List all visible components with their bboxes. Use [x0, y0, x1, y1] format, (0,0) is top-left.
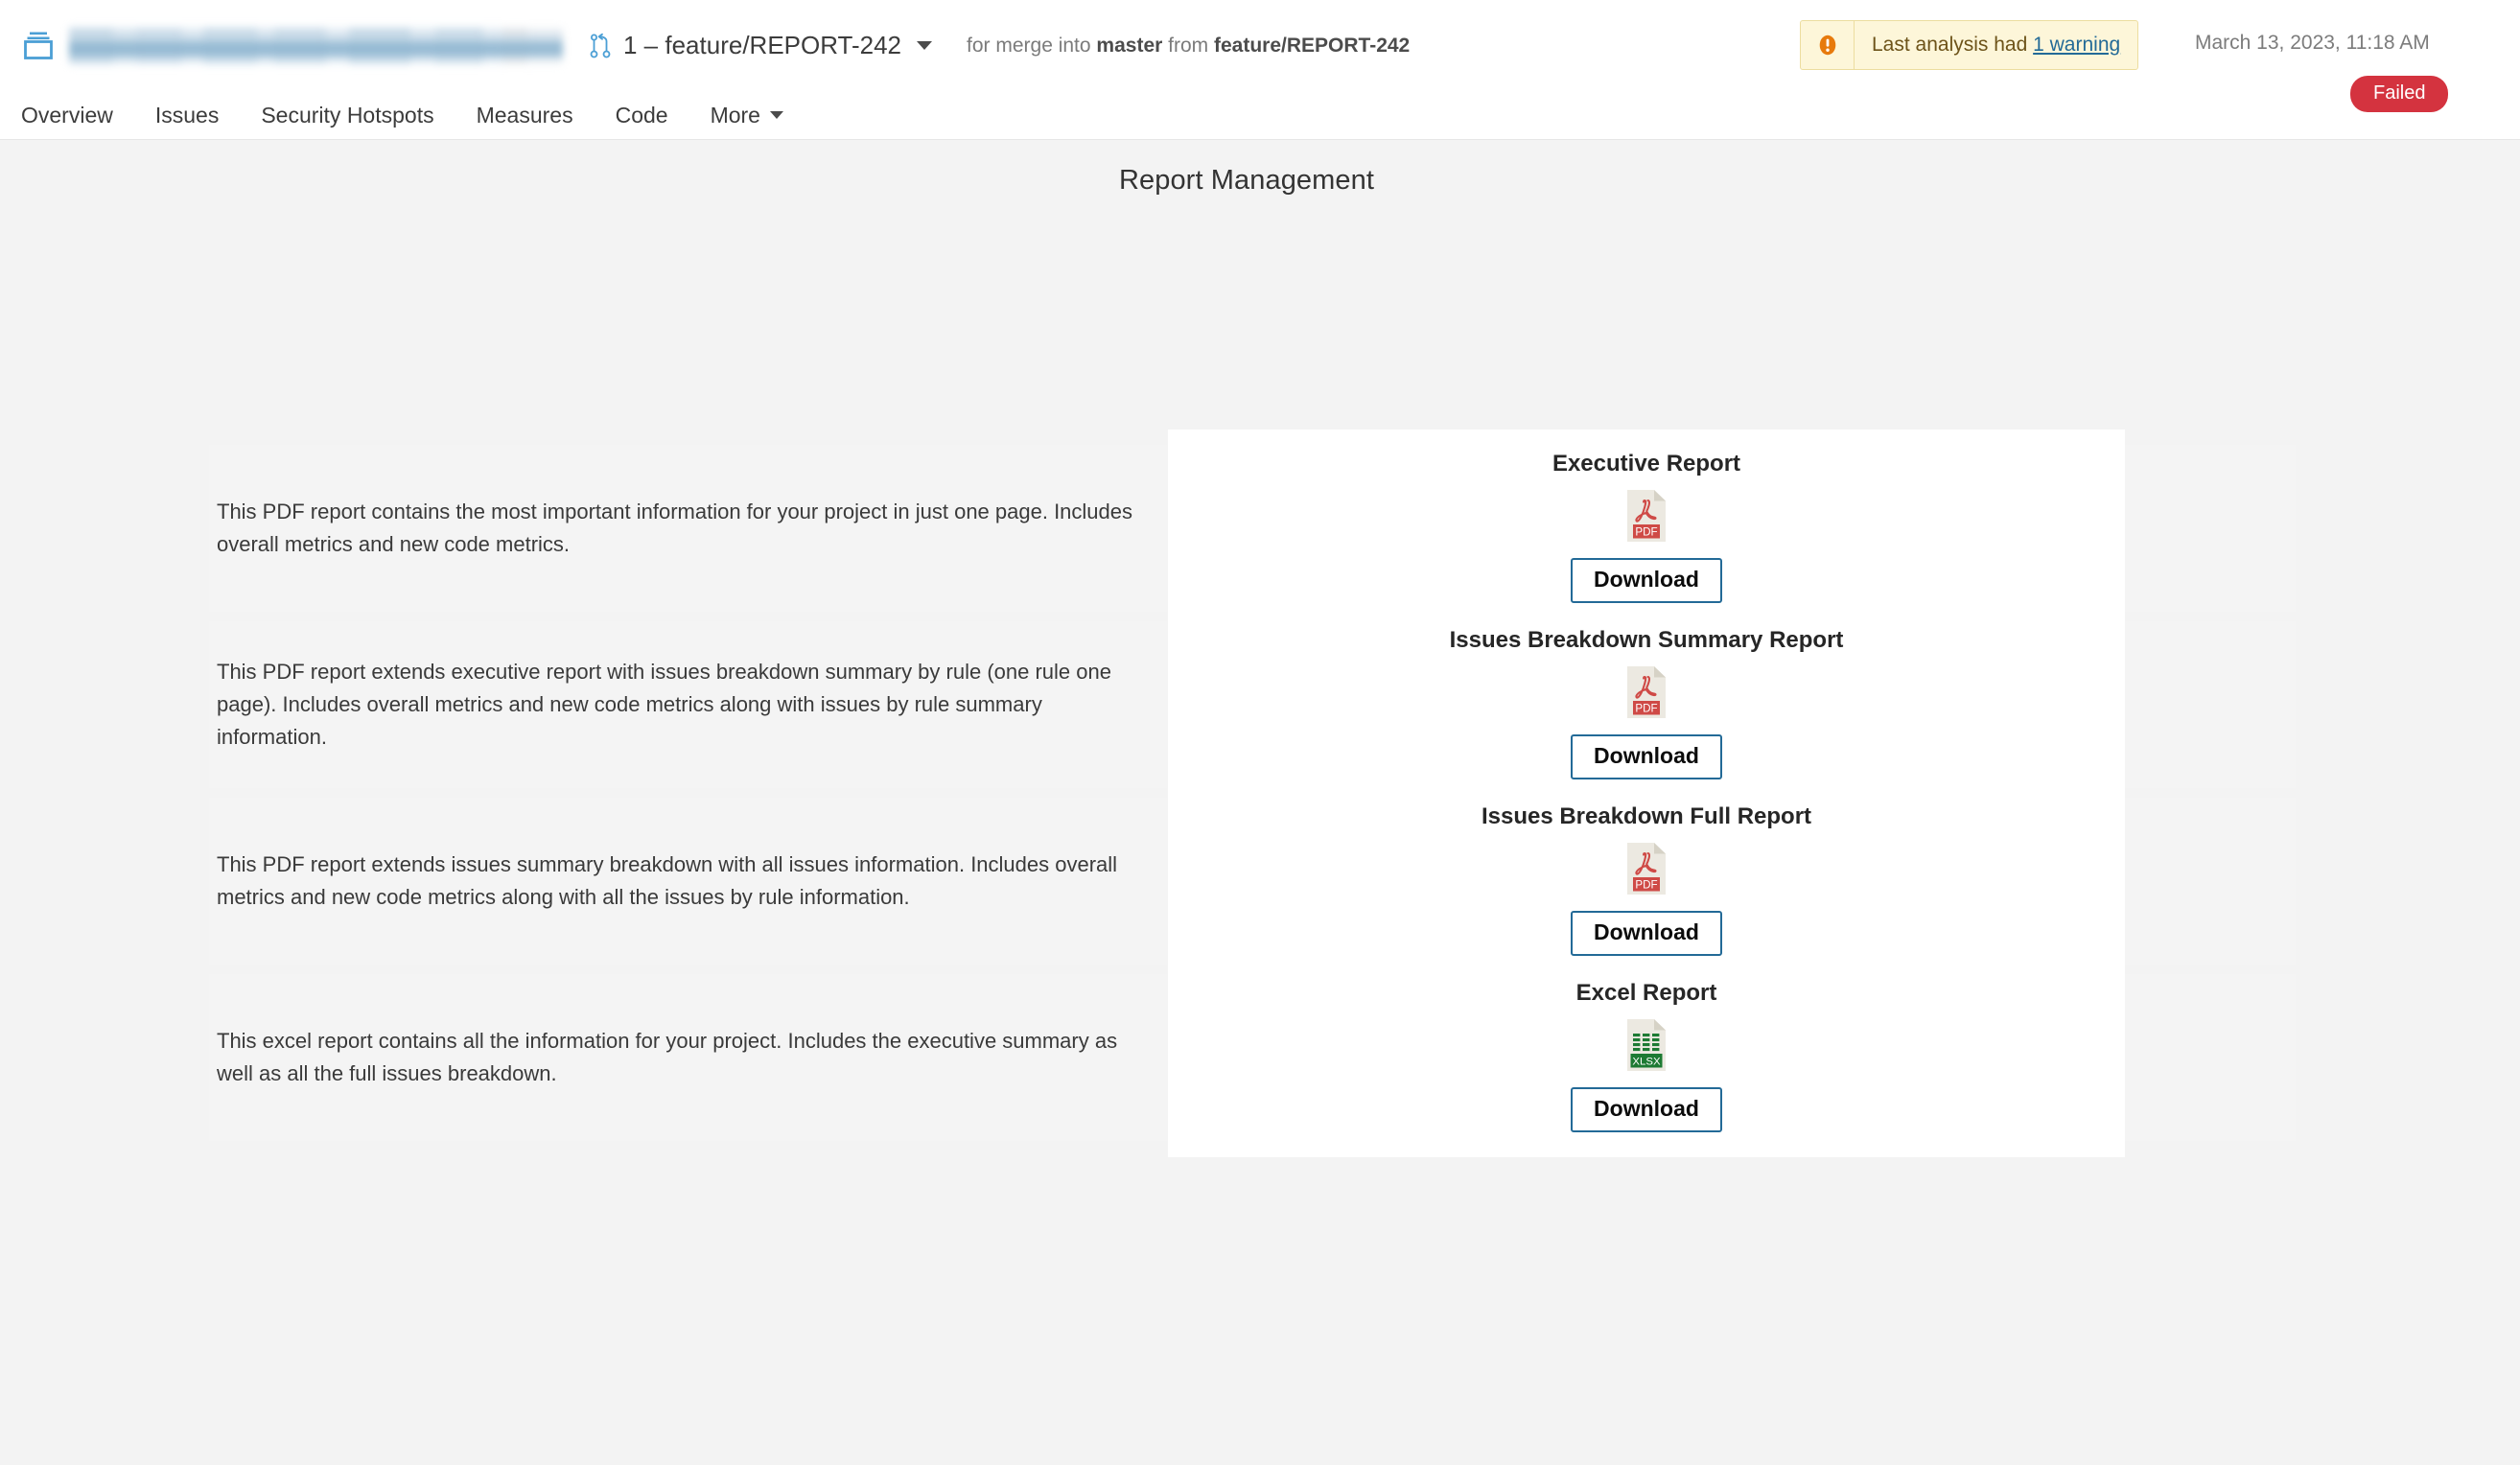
report-card-container: Issues Breakdown Summary Report PDF Down… — [1168, 605, 2296, 804]
header-pull-request-label: 1 – feature/REPORT-242 — [623, 31, 902, 59]
warning-icon-container — [1801, 21, 1855, 69]
report-title: Issues Breakdown Full Report — [1481, 802, 1812, 829]
merge-prefix: for merge into — [967, 34, 1091, 57]
report-management-page: Report Management This PDF report contai… — [0, 140, 2520, 1465]
report-title: Issues Breakdown Summary Report — [1449, 626, 1844, 653]
report-description: This excel report contains all the infor… — [217, 1028, 1118, 1085]
app-header: 1 – feature/REPORT-242 for merge into ma… — [0, 0, 2520, 140]
report-description: This PDF report contains the most import… — [217, 499, 1133, 556]
report-description: This PDF report extends issues summary b… — [217, 851, 1118, 909]
tab-more[interactable]: More — [711, 103, 805, 128]
last-analysis-date: March 13, 2023, 11:18 AM — [2195, 32, 2430, 54]
download-button[interactable]: Download — [1571, 1086, 1722, 1132]
tab-more-label: More — [710, 102, 760, 128]
svg-text:PDF: PDF — [1635, 702, 1657, 714]
merge-source-branch: feature/REPORT-242 — [1214, 34, 1411, 57]
report-section: This excel report contains all the infor… — [209, 958, 2296, 1157]
quality-gate-status-badge: Failed — [2350, 76, 2449, 112]
pdf-file-icon: PDF — [1625, 842, 1668, 895]
warning-text-prefix: Last analysis had — [1872, 34, 2028, 56]
report-card: Executive Report PDF Download — [1168, 429, 2125, 628]
report-card: Excel Report XLSX Download — [1168, 958, 2125, 1157]
svg-text:XLSX: XLSX — [1632, 1056, 1661, 1067]
project-name-redacted — [69, 25, 563, 66]
pdf-file-icon: PDF — [1625, 665, 1668, 719]
download-button[interactable]: Download — [1571, 910, 1722, 956]
download-button[interactable]: Download — [1571, 557, 1722, 603]
report-description: This PDF report extends executive report… — [217, 659, 1111, 750]
merge-target-branch: master — [1096, 34, 1163, 57]
branch-selector-band: 1 - feature/REPORT-242 — [0, 212, 2520, 521]
report-section: This PDF report extends issues summary b… — [209, 781, 2296, 981]
report-card-container: Excel Report XLSX Download — [1168, 958, 2296, 1157]
xlsx-file-icon: XLSX — [1625, 1018, 1668, 1072]
download-button[interactable]: Download — [1571, 733, 1722, 779]
report-card-container: Issues Breakdown Full Report PDF Downloa… — [1168, 781, 2296, 981]
chevron-down-icon — [769, 111, 783, 119]
analysis-warning-banner: Last analysis had 1 warning — [1800, 20, 2139, 70]
tab-security-hotspots[interactable]: Security Hotspots — [261, 103, 455, 128]
merge-info: for merge into master from feature/REPOR… — [967, 35, 1410, 58]
report-section: This PDF report extends executive report… — [209, 605, 2296, 804]
report-title: Executive Report — [1552, 450, 1741, 477]
merge-middle: from — [1168, 34, 1209, 57]
chevron-down-icon[interactable] — [917, 41, 933, 50]
report-section: This PDF report contains the most import… — [209, 429, 2296, 628]
pull-request-icon — [590, 33, 611, 58]
svg-text:PDF: PDF — [1635, 878, 1657, 891]
pdf-file-icon: PDF — [1625, 489, 1668, 543]
tab-issues[interactable]: Issues — [155, 103, 240, 128]
page-title: Report Management — [1118, 165, 1375, 196]
report-card-container: Executive Report PDF Download — [1168, 429, 2296, 628]
tab-code[interactable]: Code — [616, 103, 689, 128]
report-card: Issues Breakdown Full Report PDF Downloa… — [1168, 781, 2125, 981]
tab-measures[interactable]: Measures — [477, 103, 595, 128]
project-stack-icon — [21, 29, 56, 63]
report-card: Issues Breakdown Summary Report PDF Down… — [1168, 605, 2125, 804]
warning-text: Last analysis had 1 warning — [1855, 34, 2137, 57]
svg-text:PDF: PDF — [1635, 525, 1657, 538]
header-pull-request-badge[interactable]: 1 – feature/REPORT-242 — [590, 31, 933, 60]
warning-count-link[interactable]: 1 warning — [2033, 34, 2120, 56]
tab-overview[interactable]: Overview — [21, 103, 134, 128]
warning-exclamation-icon — [1816, 34, 1839, 57]
main-navigation-tabs: Overview Issues Security Hotspots Measur… — [0, 91, 2520, 139]
report-title: Excel Report — [1575, 979, 1717, 1006]
header-primary-row: 1 – feature/REPORT-242 for merge into ma… — [0, 0, 2520, 112]
report-sections-list: This PDF report contains the most import… — [209, 429, 2296, 1157]
